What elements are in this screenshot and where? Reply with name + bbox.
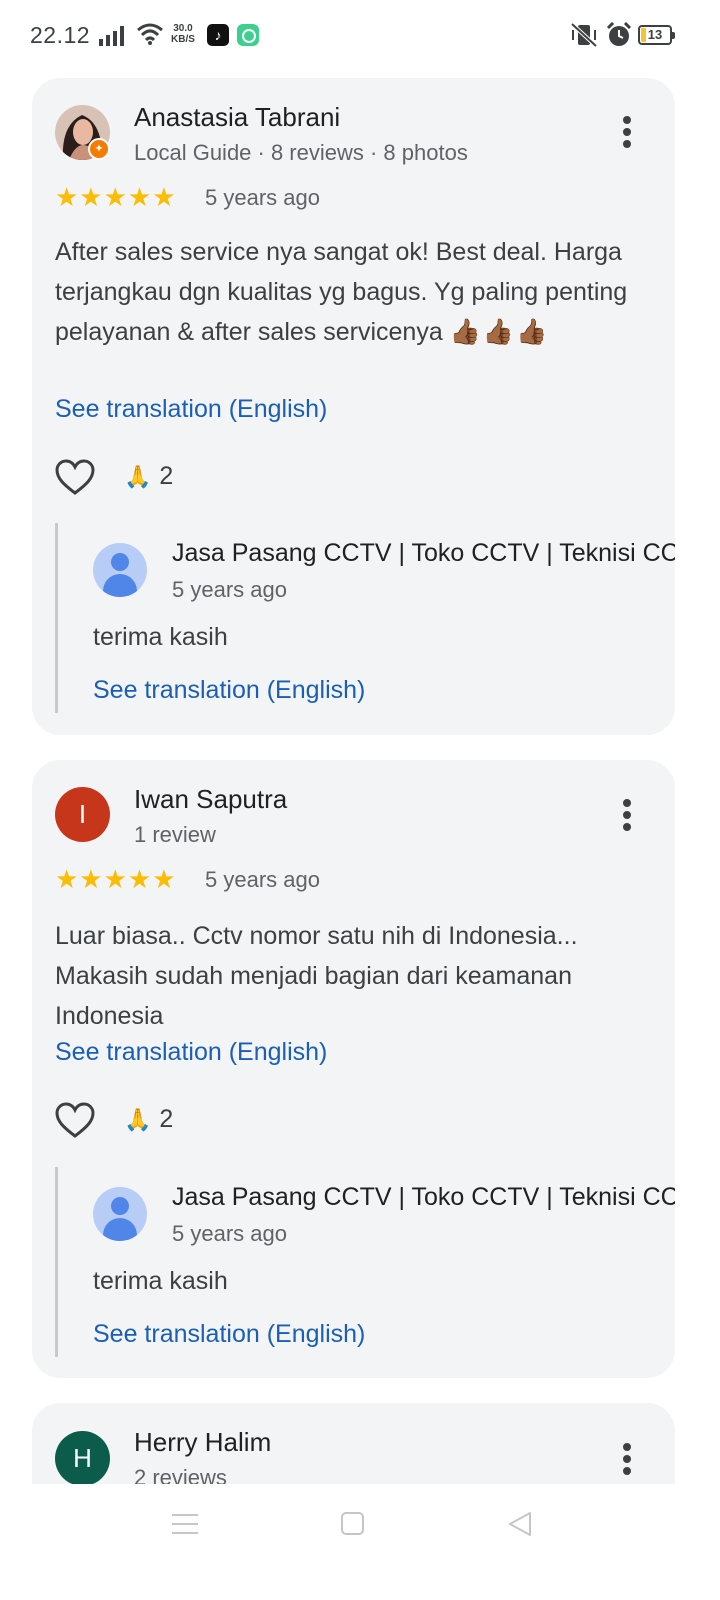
pray-emoji-icon: 🙏 xyxy=(124,464,152,489)
review-time: 5 years ago xyxy=(205,867,320,892)
review-text: After sales service nya sangat ok! Best … xyxy=(55,232,655,352)
owner-reply-time: 5 years ago xyxy=(172,577,287,602)
see-translation-link[interactable]: See translation (English) xyxy=(93,676,365,705)
owner-reply: Jasa Pasang CCTV | Toko CCTV | Teknisi C… xyxy=(55,523,675,713)
signal-icon xyxy=(99,26,124,46)
review-card: Anastasia Tabrani Local Guide · 8 review… xyxy=(32,78,675,735)
home-button[interactable] xyxy=(341,1512,364,1535)
network-speed-value: 30.0 xyxy=(173,23,193,34)
mute-icon xyxy=(570,22,598,48)
review-text: Luar biasa.. Cctv nomor satu nih di Indo… xyxy=(55,922,578,1030)
author-meta: 1 review xyxy=(134,822,216,847)
review-card: I Iwan Saputra 1 review ★★★★★ 5 years ag… xyxy=(32,760,675,1378)
owner-name: Jasa Pasang CCTV | Toko CCTV | Teknisi C… xyxy=(172,1183,675,1211)
author-name[interactable]: Herry Halim xyxy=(134,1427,271,1458)
heart-icon[interactable] xyxy=(53,1101,97,1141)
reaction-number: 2 xyxy=(159,462,174,490)
author-name[interactable]: Iwan Saputra xyxy=(134,784,287,815)
reaction-count[interactable]: 🙏 2 xyxy=(124,1105,173,1134)
wifi-icon xyxy=(137,23,163,45)
star-rating: ★★★★★ xyxy=(55,864,177,894)
thumbs-up-emoji: 👍🏾👍🏾👍🏾 xyxy=(449,318,550,346)
owner-reply-time: 5 years ago xyxy=(172,1221,287,1246)
more-options-button[interactable] xyxy=(613,795,641,835)
pray-emoji-icon: 🙏 xyxy=(124,1107,152,1132)
see-translation-link[interactable]: See translation (English) xyxy=(93,1320,365,1349)
network-speed: 30.0 KB/S xyxy=(171,23,195,45)
reaction-count[interactable]: 🙏 2 xyxy=(124,462,173,491)
tiktok-icon: ♪ xyxy=(207,24,229,46)
local-guide-badge-icon xyxy=(88,138,110,160)
more-options-button[interactable] xyxy=(613,1439,641,1479)
see-translation-link[interactable]: See translation (English) xyxy=(55,1038,327,1067)
owner-reply-text: terima kasih xyxy=(93,623,228,651)
more-options-button[interactable] xyxy=(613,112,641,152)
owner-avatar xyxy=(93,543,147,597)
see-translation-link[interactable]: See translation (English) xyxy=(55,395,327,424)
heart-icon[interactable] xyxy=(53,458,97,498)
status-bar: 22.12 30.0 KB/S ♪ 13 xyxy=(0,0,720,72)
reaction-number: 2 xyxy=(159,1105,174,1133)
navigation-bar xyxy=(0,1484,720,1600)
owner-reply-text: terima kasih xyxy=(93,1267,228,1295)
author-name[interactable]: Anastasia Tabrani xyxy=(134,102,340,133)
back-button[interactable] xyxy=(506,1510,534,1538)
network-speed-unit: KB/S xyxy=(171,34,195,45)
review-time: 5 years ago xyxy=(205,185,320,210)
author-meta: Local Guide · 8 reviews · 8 photos xyxy=(134,140,468,165)
star-rating: ★★★★★ xyxy=(55,182,177,212)
status-time: 22.12 xyxy=(30,22,91,48)
owner-reply: Jasa Pasang CCTV | Toko CCTV | Teknisi C… xyxy=(55,1167,675,1357)
app-icon xyxy=(237,24,259,46)
avatar[interactable]: I xyxy=(55,787,110,842)
recent-apps-button[interactable] xyxy=(172,1512,198,1536)
battery-icon: 13 xyxy=(638,25,675,45)
avatar[interactable]: H xyxy=(55,1431,110,1486)
owner-avatar xyxy=(93,1187,147,1241)
alarm-icon xyxy=(606,22,632,46)
owner-name: Jasa Pasang CCTV | Toko CCTV | Teknisi C… xyxy=(172,539,675,567)
